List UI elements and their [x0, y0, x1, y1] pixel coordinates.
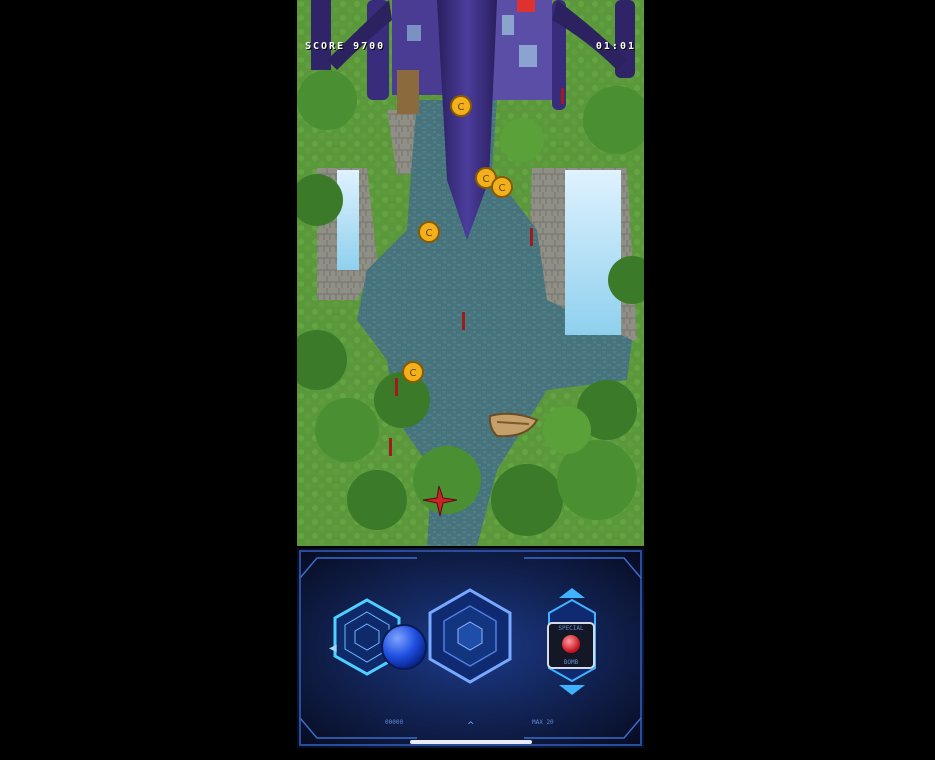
svg-text:C: C [499, 183, 506, 194]
playfield: C C C C C SCORE 9700 01:01 [297, 0, 644, 546]
score-display: SCORE 9700 [305, 41, 386, 52]
chevron-up-icon: ^ [467, 721, 475, 731]
coin: C [402, 361, 424, 383]
svg-text:C: C [483, 174, 490, 185]
coin: C [491, 176, 513, 198]
control-panel: ◀ SPECIAL BOMB 00000 MAX 20 ^ [297, 548, 644, 748]
coin: C [418, 221, 440, 243]
svg-text:C: C [458, 102, 465, 113]
readout-left: 00000 [385, 719, 403, 726]
dpad-left-icon: ◀ [329, 643, 337, 654]
svg-text:C: C [410, 368, 417, 379]
special-label: SPECIAL [558, 625, 584, 632]
coin: C [450, 95, 472, 117]
game-screen: C C C C C SCORE 9700 01:01 ◀ SPECIAL BOM… [297, 0, 644, 760]
timer-display: 01:01 [595, 41, 636, 52]
bomb-label: BOMB [564, 659, 579, 666]
home-indicator[interactable] [410, 740, 532, 744]
svg-text:C: C [426, 228, 433, 239]
readout-right: MAX 20 [532, 719, 554, 726]
joystick-knob[interactable] [381, 624, 427, 670]
